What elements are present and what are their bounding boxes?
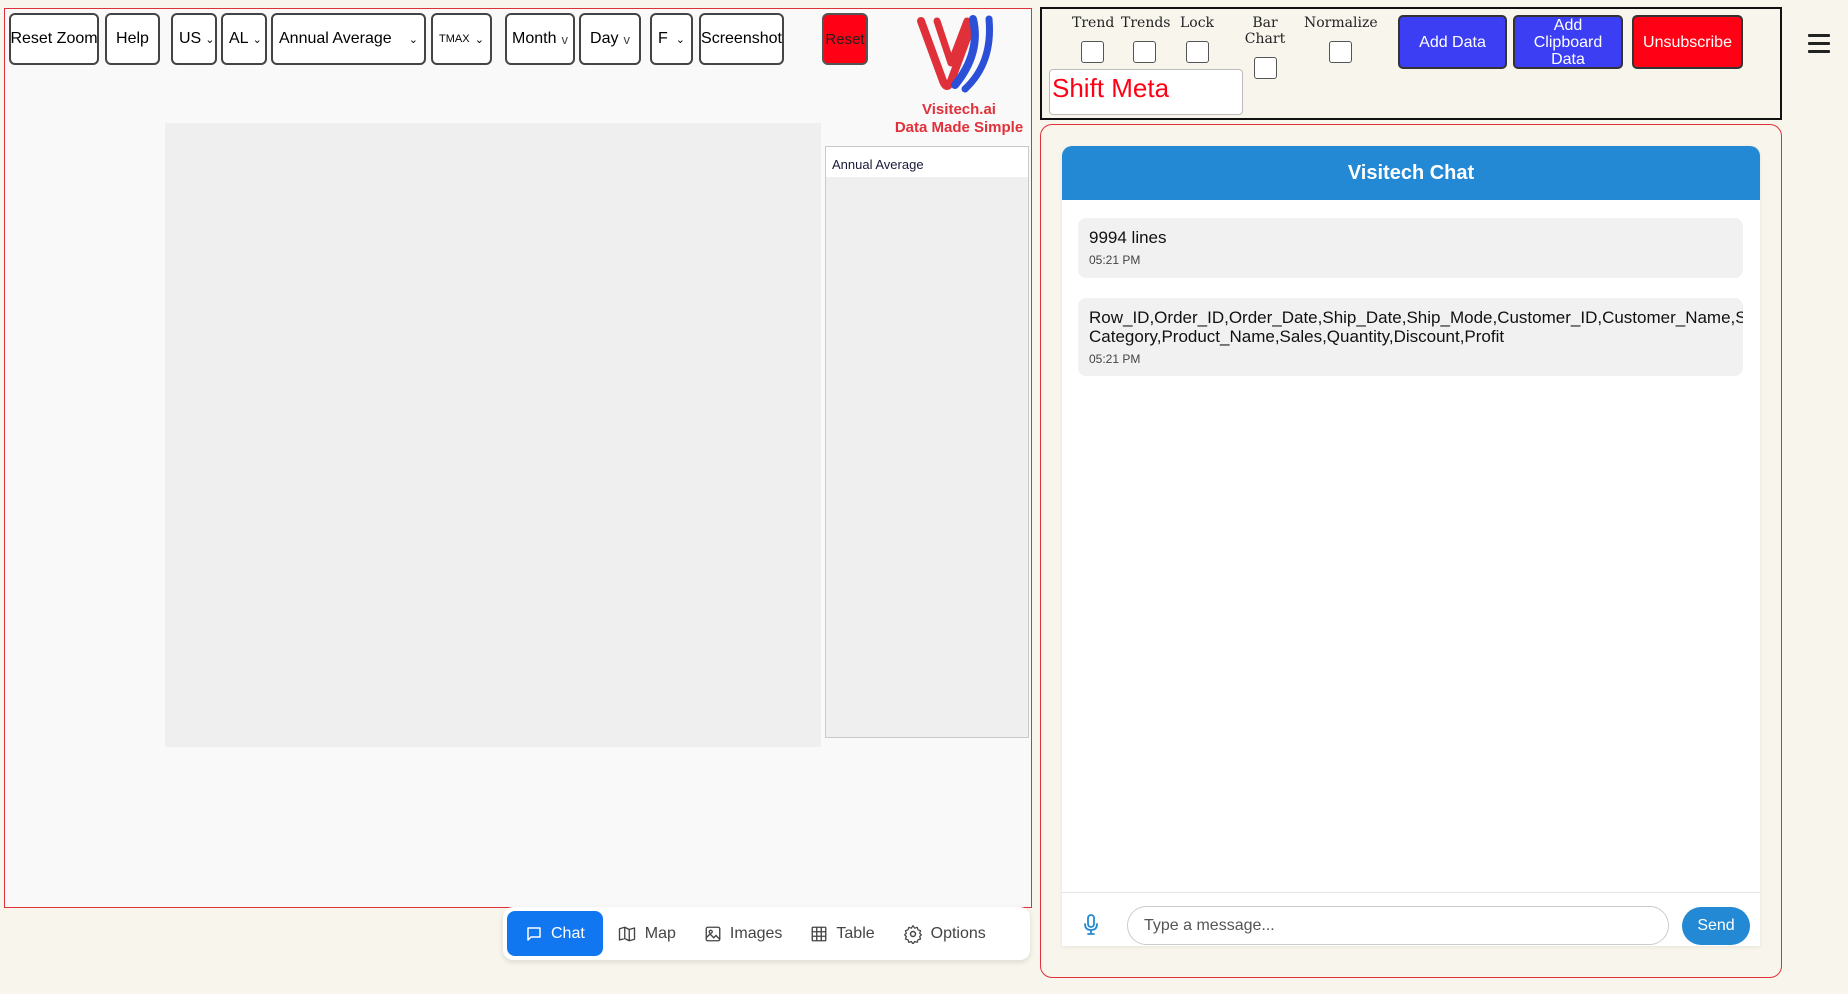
lock-toggle: Lock — [1179, 15, 1215, 63]
logo-tagline: Data Made Simple — [894, 119, 1024, 136]
normalize-toggle: Normalize — [1304, 15, 1378, 63]
month-select-value: Month — [512, 30, 557, 47]
chevron-down-icon: ⌄ — [205, 33, 215, 46]
trend-checkbox[interactable] — [1080, 41, 1104, 63]
trends-toggle: Trends — [1121, 15, 1171, 63]
legend-panel: Annual Average — [825, 146, 1029, 738]
send-button[interactable]: Send — [1682, 907, 1750, 945]
trend-toggle: Trend — [1072, 15, 1115, 63]
nav-images[interactable]: Images — [690, 911, 796, 956]
table-icon — [811, 926, 827, 941]
variable-select-value: TMAX — [439, 33, 470, 45]
trend-label: Trend — [1072, 15, 1115, 31]
chevron-down-icon: ⌄ — [675, 33, 685, 46]
metric-select-value: Annual Average — [279, 30, 392, 47]
gear-icon — [903, 924, 922, 944]
message-time: 05:21 PM — [1089, 352, 1141, 366]
message-input[interactable] — [1127, 906, 1669, 945]
image-icon — [705, 926, 721, 941]
metric-select[interactable]: Annual Average ⌄ — [271, 13, 426, 65]
bottom-nav: Chat Map Images Table Options — [503, 907, 1030, 960]
microphone-icon[interactable] — [1082, 914, 1100, 941]
bar-chart-label: Bar Chart — [1244, 15, 1286, 47]
visualization-panel: Reset Zoom Help US ⌄ AL ⌄ Annual Average… — [4, 8, 1032, 908]
chevron-down-icon: ⌄ — [252, 33, 262, 46]
add-data-button[interactable]: Add Data — [1398, 15, 1507, 69]
nav-images-label: Images — [729, 924, 783, 942]
lock-checkbox[interactable] — [1185, 41, 1209, 63]
state-select-value: AL — [229, 30, 249, 47]
bar-chart-checkbox[interactable] — [1253, 57, 1277, 79]
logo-name: Visitech.ai — [922, 101, 996, 118]
message-text: 9994 lines — [1089, 228, 1167, 247]
chart-canvas[interactable] — [165, 123, 821, 747]
menu-icon[interactable] — [1808, 34, 1830, 58]
chat-icon — [527, 926, 541, 941]
chevron-down-icon: v — [623, 31, 630, 47]
help-button[interactable]: Help — [105, 13, 160, 65]
day-select-value: Day — [590, 30, 619, 47]
visitech-logo: Visitech.ai Data Made Simple — [885, 13, 1033, 138]
message-text-line1: Row_ID,Order_ID,Order_Date,Ship_Date,Shi… — [1089, 308, 1743, 327]
screenshot-button[interactable]: Screenshot — [699, 13, 784, 65]
nav-options-label: Options — [930, 924, 986, 942]
month-select[interactable]: Month v — [505, 13, 575, 65]
chat-window: Visitech Chat 9994 lines 05:21 PM Row_ID… — [1062, 146, 1760, 946]
chat-panel: Visitech Chat 9994 lines 05:21 PM Row_ID… — [1040, 124, 1782, 978]
variable-select[interactable]: TMAX ⌄ — [431, 13, 492, 65]
nav-map-label: Map — [644, 924, 676, 942]
control-panel: Trend Trends Lock Bar Chart Normalize Ad… — [1040, 7, 1782, 120]
unit-select-value: F — [658, 30, 668, 47]
reset-button[interactable]: Reset — [822, 13, 868, 65]
state-select[interactable]: AL ⌄ — [221, 13, 267, 65]
message-time: 05:21 PM — [1089, 253, 1141, 267]
chat-message: Row_ID,Order_ID,Order_Date,Ship_Date,Shi… — [1078, 298, 1743, 376]
normalize-checkbox[interactable] — [1328, 41, 1352, 63]
trends-label: Trends — [1121, 15, 1171, 31]
chat-input-bar: Send — [1062, 892, 1760, 946]
legend-item[interactable]: Annual Average — [826, 147, 1028, 177]
add-clipboard-data-button[interactable]: Add Clipboard Data — [1513, 15, 1623, 69]
map-icon — [618, 926, 635, 941]
unsubscribe-button[interactable]: Unsubscribe — [1632, 15, 1743, 69]
chat-title: Visitech Chat — [1062, 146, 1760, 200]
chevron-down-icon: ⌄ — [474, 33, 484, 46]
chevron-down-icon: ⌄ — [408, 33, 418, 46]
lock-label: Lock — [1179, 15, 1215, 31]
nav-options[interactable]: Options — [889, 911, 1000, 956]
nav-map[interactable]: Map — [603, 911, 690, 956]
shift-meta-field[interactable]: Shift Meta — [1049, 69, 1243, 115]
nav-chat[interactable]: Chat — [507, 911, 603, 956]
unit-select[interactable]: F ⌄ — [650, 13, 693, 65]
nav-chat-label: Chat — [551, 924, 585, 942]
message-text-line2: Category,Product_Name,Sales,Quantity,Dis… — [1089, 327, 1505, 346]
trends-checkbox[interactable] — [1132, 41, 1156, 63]
nav-table[interactable]: Table — [796, 911, 888, 956]
chevron-down-icon: v — [561, 31, 568, 47]
normalize-label: Normalize — [1304, 15, 1378, 31]
country-select-value: US — [179, 30, 202, 47]
country-select[interactable]: US ⌄ — [171, 13, 217, 65]
day-select[interactable]: Day v — [579, 13, 641, 65]
visitech-logo-mark — [917, 15, 993, 93]
chat-message: 9994 lines 05:21 PM — [1078, 218, 1743, 278]
nav-table-label: Table — [836, 924, 875, 942]
reset-zoom-button[interactable]: Reset Zoom — [9, 13, 99, 65]
